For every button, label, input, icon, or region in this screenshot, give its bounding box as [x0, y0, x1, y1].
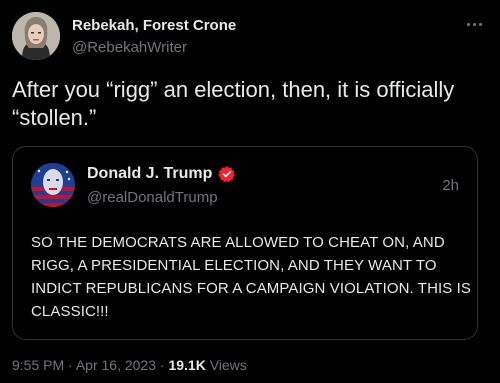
more-icon[interactable] [462, 14, 486, 34]
verified-badge-icon [218, 166, 236, 183]
quoted-avatar[interactable] [31, 163, 75, 207]
quoted-tweet[interactable]: Donald J. Trump @realDonaldTrump 2h SO T… [12, 146, 478, 340]
author-handle[interactable]: @RebekahWriter [72, 39, 187, 56]
quoted-text: SO THE DEMOCRATS ARE ALLOWED TO CHEAT ON… [31, 234, 472, 320]
views-count[interactable]: 19.1K [168, 357, 205, 373]
meta-separator-2: · [159, 357, 165, 373]
quoted-author-name-text: Donald J. Trump [87, 165, 213, 182]
quoted-author-handle[interactable]: @realDonaldTrump [87, 189, 218, 206]
tweet-meta: 9:55 PM · Apr 16, 2023 · 19.1K Views [12, 357, 247, 373]
author-name[interactable]: Rebekah, Forest Crone [72, 17, 236, 34]
tweet-date[interactable]: Apr 16, 2023 [76, 357, 156, 373]
views-label: Views [209, 357, 247, 373]
tweet: Rebekah, Forest Crone @RebekahWriter Aft… [0, 0, 500, 383]
quoted-timestamp[interactable]: 2h [442, 177, 459, 194]
tweet-time[interactable]: 9:55 PM [12, 357, 64, 373]
tweet-text: After you “rigg” an election, then, it i… [12, 77, 455, 130]
author-avatar[interactable] [12, 12, 60, 60]
quoted-author-name[interactable]: Donald J. Trump [87, 165, 236, 183]
meta-separator: · [68, 357, 73, 373]
